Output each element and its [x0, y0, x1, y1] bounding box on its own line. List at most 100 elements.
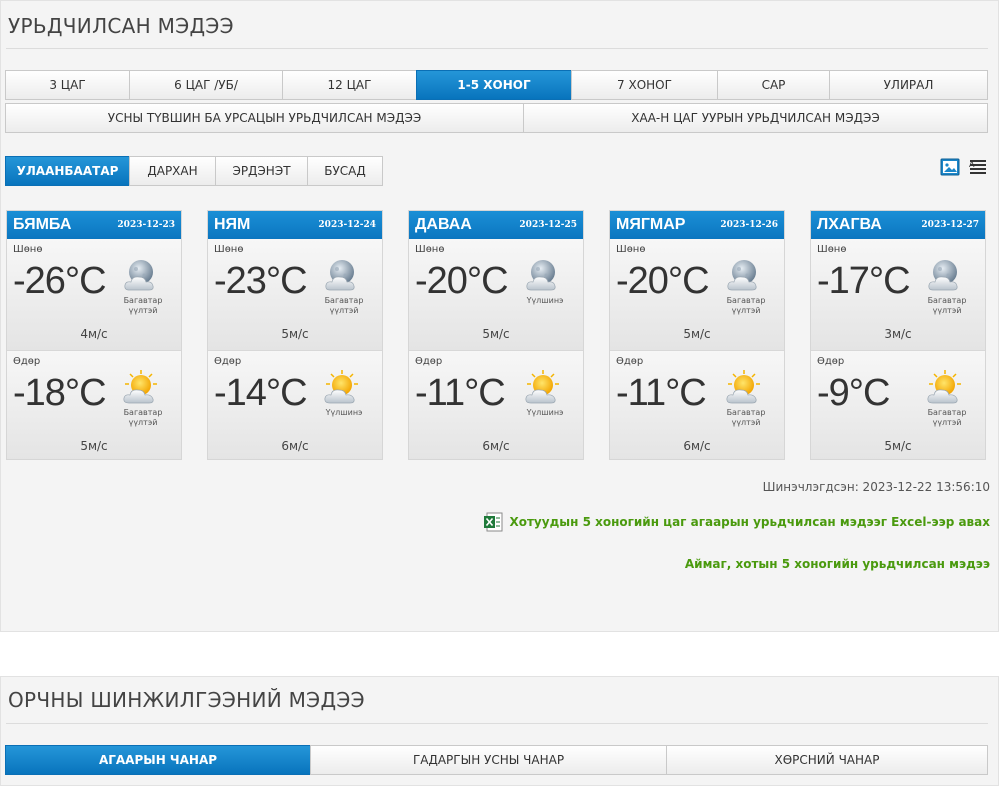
environment-title: ОРЧНЫ ШИНЖИЛГЭЭНИЙ МЭДЭЭ	[8, 688, 365, 712]
tab-uliral[interactable]: УЛИРАЛ	[829, 70, 988, 100]
wind-speed: 6м/с	[683, 439, 711, 453]
tab-agro-weather-forecast[interactable]: ХАА-Н ЦАГ УУРЫН УРЬДЧИЛСАН МЭДЭЭ	[523, 103, 988, 133]
condition-text: Багавтар үүлтэй	[927, 408, 967, 427]
temperature: -17°C	[817, 260, 911, 302]
excel-download-link[interactable]: Хотуудын 5 хоногийн цаг агаарын урьдчилс…	[483, 512, 990, 532]
period-label: Өдөр	[13, 356, 41, 367]
condition-text: Багавтар үүлтэй	[324, 296, 364, 315]
period-label: Шөнө	[616, 244, 646, 255]
forecast-card-wednesday: ЛХАГВА 2023-12-27 Шөнө -17°C Багавтар үү…	[810, 210, 986, 460]
sun-cloud-icon	[523, 370, 563, 406]
temperature: -18°C	[13, 372, 107, 414]
moon-cloud-icon	[523, 258, 563, 294]
temperature: -11°C	[616, 372, 707, 414]
period-label: Өдөр	[415, 356, 443, 367]
divider	[6, 723, 988, 724]
tab-surface-water-quality[interactable]: ГАДАРГЫН УСНЫ ЧАНАР	[310, 745, 667, 775]
tab-7-khonog[interactable]: 7 ХОНОГ	[571, 70, 718, 100]
day-forecast: Өдөр -9°C Багавтар үүлтэй 5м/с	[811, 350, 985, 459]
card-day-name: ЛХАГВА	[817, 216, 882, 233]
tab-sar[interactable]: САР	[717, 70, 830, 100]
wind-speed: 5м/с	[884, 439, 912, 453]
period-label: Өдөр	[817, 356, 845, 367]
card-date: 2023-12-25	[519, 220, 577, 230]
moon-cloud-icon	[121, 258, 161, 294]
wind-speed: 5м/с	[683, 327, 711, 341]
night-forecast: Шөнө -26°C Багавтар үүлтэй 4м/с	[7, 239, 181, 350]
wind-speed: 6м/с	[281, 439, 309, 453]
period-label: Шөнө	[214, 244, 244, 255]
condition-text: Үүлшинэ	[325, 408, 363, 417]
wind-speed: 4м/с	[80, 327, 108, 341]
period-label: Шөнө	[817, 244, 847, 255]
excel-icon	[484, 512, 503, 532]
sun-cloud-icon	[925, 370, 965, 406]
temperature: -23°C	[214, 260, 308, 302]
tab-soil-quality[interactable]: ХӨРСНИЙ ЧАНАР	[666, 745, 988, 775]
day-forecast: Өдөр -11°C Үүлшинэ 6м/с	[409, 350, 583, 459]
night-forecast: Шөнө -17°C Багавтар үүлтэй 3м/с	[811, 239, 985, 350]
tab-water-level-forecast[interactable]: УСНЫ ТҮВШИН БА УРСАЦЫН УРЬДЧИЛСАН МЭДЭЭ	[5, 103, 524, 133]
card-day-name: ДАВАА	[415, 216, 472, 233]
period-label: Өдөр	[214, 356, 242, 367]
wind-speed: 6м/с	[482, 439, 510, 453]
condition-text: Багавтар үүлтэй	[927, 296, 967, 315]
card-date: 2023-12-26	[720, 220, 778, 230]
tab-ulaanbaatar[interactable]: УЛААНБААТАР	[5, 156, 130, 186]
sun-cloud-icon	[121, 370, 161, 406]
condition-text: Үүлшинэ	[526, 296, 564, 305]
day-forecast: Өдөр -18°C Багавтар үүлтэй 5м/с	[7, 350, 181, 459]
moon-cloud-icon	[724, 258, 764, 294]
tab-1-5-khonog[interactable]: 1-5 ХОНОГ	[416, 70, 572, 100]
night-forecast: Шөнө -20°C Багавтар үүлтэй 5м/с	[610, 239, 784, 350]
tab-12-tsag[interactable]: 12 ЦАГ	[282, 70, 417, 100]
city-tabs: УЛААНБААТАР ДАРХАН ЭРДЭНЭТ БУСАД	[5, 156, 383, 186]
tab-darkhan[interactable]: ДАРХАН	[129, 156, 216, 186]
forecast-title: УРЬДЧИЛСАН МЭДЭЭ	[8, 14, 234, 38]
temperature: -9°C	[817, 372, 890, 414]
card-header: БЯМБА 2023-12-23	[7, 211, 181, 239]
image-view-icon[interactable]	[940, 158, 960, 176]
moon-cloud-icon	[322, 258, 362, 294]
temperature: -20°C	[415, 260, 509, 302]
temperature: -20°C	[616, 260, 710, 302]
period-label: Өдөр	[616, 356, 644, 367]
condition-text: Багавтар үүлтэй	[726, 408, 766, 427]
condition-text: Багавтар үүлтэй	[726, 296, 766, 315]
wind-speed: 5м/с	[80, 439, 108, 453]
wind-speed: 3м/с	[884, 327, 912, 341]
tab-busad[interactable]: БУСАД	[307, 156, 383, 186]
wind-speed: 5м/с	[482, 327, 510, 341]
tab-6-tsag-ub[interactable]: 6 ЦАГ /УБ/	[129, 70, 283, 100]
last-updated: Шинэчлэгдсэн: 2023-12-22 13:56:10	[762, 480, 990, 494]
night-forecast: Шөнө -23°C Багавтар үүлтэй 5м/с	[208, 239, 382, 350]
excel-link-text: Хотуудын 5 хоногийн цаг агаарын урьдчилс…	[509, 515, 990, 529]
card-day-name: БЯМБА	[13, 216, 72, 233]
aimag-forecast-link[interactable]: Аймаг, хотын 5 хоногийн урьдчилсан мэдээ	[685, 557, 990, 571]
tab-3-tsag[interactable]: 3 ЦАГ	[5, 70, 130, 100]
day-forecast: Өдөр -14°C Үүлшинэ 6м/с	[208, 350, 382, 459]
divider	[6, 48, 988, 49]
forecast-card-saturday: БЯМБА 2023-12-23 Шөнө -26°C Багавтар үүл…	[6, 210, 182, 460]
card-date: 2023-12-27	[921, 220, 979, 230]
moon-cloud-icon	[925, 258, 965, 294]
tab-erdenet[interactable]: ЭРДЭНЭТ	[215, 156, 308, 186]
temperature: -26°C	[13, 260, 107, 302]
list-view-icon[interactable]: A	[968, 158, 988, 176]
forecast-card-tuesday: МЯГМАР 2023-12-26 Шөнө -20°C Багавтар үү…	[609, 210, 785, 460]
card-day-name: МЯГМАР	[616, 216, 686, 233]
temperature: -14°C	[214, 372, 308, 414]
temperature: -11°C	[415, 372, 506, 414]
card-header: ЛХАГВА 2023-12-27	[811, 211, 985, 239]
card-date: 2023-12-23	[117, 220, 175, 230]
view-toggle: A	[940, 158, 988, 176]
wind-speed: 5м/с	[281, 327, 309, 341]
sun-cloud-icon	[724, 370, 764, 406]
range-tabs: 3 ЦАГ 6 ЦАГ /УБ/ 12 ЦАГ 1-5 ХОНОГ 7 ХОНО…	[5, 70, 988, 100]
period-label: Шөнө	[415, 244, 445, 255]
environment-tabs: АГААРЫН ЧАНАР ГАДАРГЫН УСНЫ ЧАНАР ХӨРСНИ…	[5, 745, 988, 775]
card-header: НЯМ 2023-12-24	[208, 211, 382, 239]
card-date: 2023-12-24	[318, 220, 376, 230]
condition-text: Багавтар үүлтэй	[123, 408, 163, 427]
tab-air-quality[interactable]: АГААРЫН ЧАНАР	[5, 745, 311, 775]
